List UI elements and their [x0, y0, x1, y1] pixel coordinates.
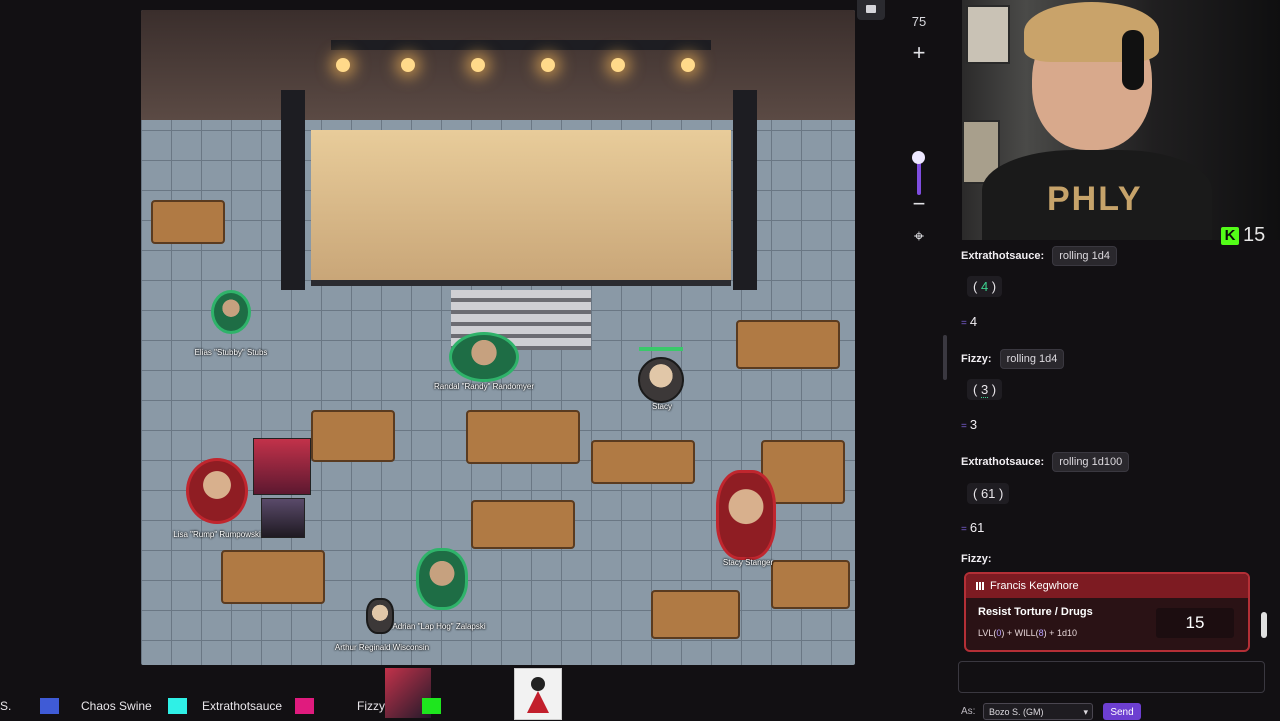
zoom-out-button[interactable]: −: [905, 193, 933, 215]
dice-value: 61: [980, 486, 996, 501]
chat-message-header: Extrathotsauce: rolling 1d4: [961, 246, 1117, 266]
token-portrait-image[interactable]: [261, 498, 305, 538]
map-table: [736, 320, 840, 369]
map-stage-light: [401, 58, 415, 72]
map-table: [471, 500, 575, 549]
roll-total: = 3: [961, 417, 978, 432]
token-label: Stacy Stanger: [722, 558, 774, 567]
dice-result: ( 3 ): [967, 379, 1003, 400]
map-stage-light: [681, 58, 695, 72]
send-button[interactable]: Send: [1103, 703, 1141, 720]
dice-result: ( 4 ): [967, 276, 1003, 297]
card-skill-name: Resist Torture / Drugs: [978, 606, 1093, 618]
map-truss-left: [281, 90, 305, 290]
card-character-name: Francis Kegwhore: [990, 580, 1079, 592]
map-stage-light: [541, 58, 555, 72]
map-light-truss: [331, 40, 711, 50]
webcam-feed: PHLY: [962, 0, 1280, 240]
token-label: Elias "Stubby" Stubs: [194, 348, 268, 357]
speak-as-select[interactable]: Bozo S. (GM): [983, 703, 1093, 721]
map-table: [311, 410, 395, 462]
formula-die: 1d10: [1056, 628, 1077, 638]
card-character: Francis Kegwhore: [966, 574, 1248, 598]
lock-icon[interactable]: [857, 0, 885, 20]
battle-map[interactable]: Elias "Stubby" Stubs Randal "Randy" Rand…: [141, 10, 855, 665]
map-table: [591, 440, 695, 484]
panel-scrollbar[interactable]: [943, 335, 947, 380]
webcam-shirt-print: PHLY: [1047, 180, 1143, 218]
chat-input[interactable]: [958, 661, 1265, 693]
dice-value: 4: [980, 279, 989, 294]
token-adrian[interactable]: [416, 548, 468, 610]
token-label: Randal "Randy" Randomyer: [434, 382, 534, 391]
skill-roll-card: Francis Kegwhore Resist Torture / Drugs …: [964, 572, 1250, 652]
webcam-poster: [966, 5, 1010, 64]
chat-author: Fizzy:: [961, 553, 992, 565]
card-formula: LVL(0) + WILL(8) + 1d10: [978, 628, 1077, 638]
token-randal[interactable]: [449, 332, 519, 382]
chat-author: Extrathotsauce:: [961, 456, 1045, 468]
player-color-swatch: [422, 698, 441, 714]
roll-badge: rolling 1d4: [999, 349, 1065, 369]
player-name: Chaos Swine: [81, 699, 152, 713]
token-elias[interactable]: [211, 290, 251, 334]
map-stage-light: [611, 58, 625, 72]
chat-log[interactable]: Extrathotsauce: rolling 1d4 ( 4 ) = 4 Fiz…: [955, 240, 1270, 660]
player-color-swatch: [40, 698, 59, 714]
card-result: 15: [1156, 608, 1234, 638]
map-table: [771, 560, 850, 609]
map-stage-light: [336, 58, 350, 72]
formula-lvl-label: LVL: [978, 628, 994, 638]
token-stacy[interactable]: [638, 357, 684, 403]
dice-result: ( 61 ): [967, 483, 1010, 504]
zoom-level: 75: [911, 14, 927, 29]
roll-total: = 4: [961, 314, 978, 329]
token-label: Lisa "Rump" Rumpowski: [173, 530, 261, 539]
roll-badge: rolling 1d100: [1052, 452, 1130, 472]
map-stage-light: [471, 58, 485, 72]
token-arthur[interactable]: [366, 598, 394, 634]
chat-message-header: Fizzy: rolling 1d4: [961, 349, 1065, 369]
chat-message-header: Extrathotsauce: rolling 1d100: [961, 452, 1130, 472]
roll-total-value: 61: [969, 520, 985, 535]
map-table: [151, 200, 225, 244]
token-stacy-stanger[interactable]: [716, 470, 776, 560]
chat-author: Extrathotsauce:: [961, 250, 1045, 262]
recenter-icon[interactable]: ⌖: [905, 225, 933, 247]
token-lisa[interactable]: [186, 458, 248, 524]
formula-will-value: 8: [1038, 628, 1044, 638]
bars-icon: [976, 582, 985, 590]
roll-total-value: 3: [969, 417, 978, 432]
dice-value: 3: [980, 382, 989, 398]
headset-icon: [1122, 30, 1144, 90]
roll-total-value: 4: [969, 314, 978, 329]
roll-badge: rolling 1d4: [1052, 246, 1117, 266]
roll-total: = 61: [961, 520, 985, 535]
token-label: Stacy: [651, 402, 673, 411]
token-label: Adrian "Lap Hog" Zalapski: [392, 622, 486, 631]
token-label: Arthur Reginald Wisconsin: [334, 643, 430, 652]
player-avatar[interactable]: [514, 668, 562, 720]
formula-will-label: WILL: [1014, 628, 1036, 638]
zoom-slider-thumb[interactable]: [912, 151, 925, 164]
map-stage: [311, 130, 731, 280]
zoom-in-button[interactable]: +: [905, 42, 933, 64]
token-health-bar: [639, 347, 683, 351]
token-portrait-image[interactable]: [253, 438, 311, 495]
map-truss-right: [733, 90, 757, 290]
map-table: [651, 590, 740, 639]
map-table: [466, 410, 580, 464]
player-name: S.: [0, 699, 12, 713]
map-table: [221, 550, 325, 604]
speak-as-label: As:: [961, 706, 976, 717]
player-color-swatch: [168, 698, 187, 714]
chat-scrollbar[interactable]: [1261, 612, 1267, 638]
player-name: Fizzy: [357, 699, 385, 713]
chat-author: Fizzy:: [961, 353, 992, 365]
formula-lvl-value: 0: [996, 628, 1002, 638]
player-color-swatch: [295, 698, 314, 714]
player-name: Extrathotsauce: [202, 699, 283, 713]
